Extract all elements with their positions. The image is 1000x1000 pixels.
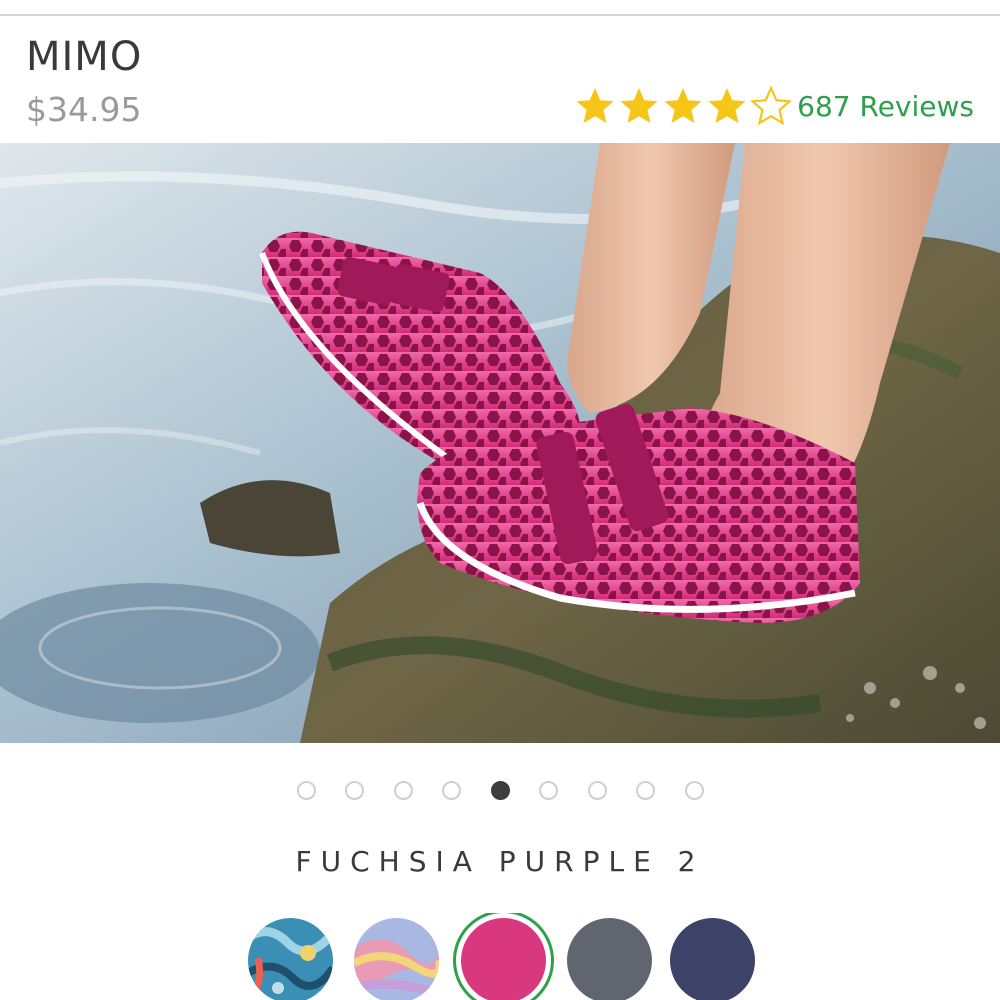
pattern-blue-texture <box>248 918 333 1000</box>
star-empty-icon <box>751 86 792 126</box>
carousel-dot[interactable] <box>442 781 461 800</box>
swatch-fuchsia-purple[interactable] <box>461 918 546 1000</box>
rating-summary[interactable]: 687 Reviews <box>575 84 974 128</box>
selected-color-name: FUCHSIA PURPLE 2 <box>295 845 705 878</box>
star-filled-icon <box>576 88 614 123</box>
carousel-dot[interactable] <box>490 781 510 800</box>
star-filled-icon <box>620 88 658 123</box>
carousel-pagination <box>0 781 1000 800</box>
swatch-multicolor-pattern-blue[interactable] <box>248 918 333 1000</box>
product-price: $34.95 <box>26 90 142 129</box>
swatch-marble-pastel[interactable] <box>354 918 439 1000</box>
color-swatches <box>0 913 1000 1000</box>
star-filled-icon <box>664 88 702 123</box>
swatch-grey[interactable] <box>567 918 652 1000</box>
carousel-dot[interactable] <box>684 781 704 800</box>
top-divider <box>0 14 1000 16</box>
star-filled-icon <box>708 88 746 123</box>
carousel-dot[interactable] <box>587 781 607 800</box>
carousel-dot[interactable] <box>636 781 655 800</box>
carousel-dot[interactable] <box>393 781 413 800</box>
star-rating <box>575 86 795 126</box>
carousel-dot[interactable] <box>345 781 364 800</box>
reviews-link[interactable]: 687 Reviews <box>797 90 974 123</box>
product-title: MIMO <box>26 34 143 80</box>
carousel-dot[interactable] <box>296 781 316 800</box>
marble-texture <box>354 918 439 1000</box>
swatch-navy[interactable] <box>670 918 755 1000</box>
product-hero-image[interactable] <box>0 143 1000 743</box>
carousel-dot[interactable] <box>539 781 558 800</box>
hero-photo <box>0 143 1000 743</box>
